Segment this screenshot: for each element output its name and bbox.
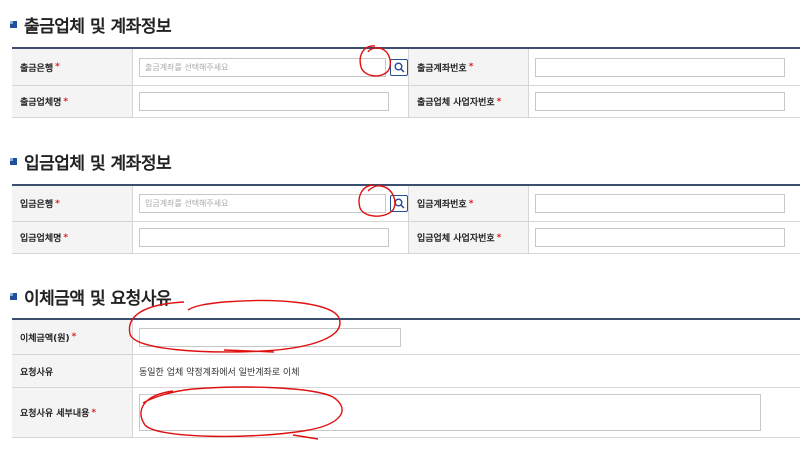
deposit-biz-label: 입금업체 사업자번호 *	[408, 222, 528, 253]
withdraw-account-cell	[528, 49, 800, 85]
withdraw-bank-label: 출금은행 *	[12, 49, 132, 85]
transfer-reason-cell: 동일한 업체 약정계좌에서 일반계좌로 이체	[132, 355, 800, 387]
label-text: 출금계좌번호	[417, 63, 467, 74]
table-row: 입금업체명 * 입금업체 사업자번호 *	[12, 222, 800, 254]
withdraw-section-title: 출금업체 및 계좌정보	[10, 12, 172, 37]
deposit-section-title: 입금업체 및 계좌정보	[10, 149, 172, 174]
table-row: 요청사유 세부내용 *	[12, 388, 800, 438]
withdraw-bank-cell: 출금계좌를 선택해주세요	[132, 49, 408, 85]
required-mark: *	[55, 198, 60, 209]
deposit-bank-input[interactable]: 입금계좌를 선택해주세요	[139, 194, 387, 213]
deposit-biz-input[interactable]	[535, 228, 785, 247]
required-mark: *	[63, 96, 69, 107]
withdraw-company-cell	[132, 86, 408, 117]
label-text: 입금업체명	[20, 234, 62, 244]
deposit-table: 입금은행 * 입금계좌를 선택해주세요 입금계좌번호 * 입금업체명 * 입금업체 사…	[12, 184, 800, 254]
transfer-amount-input[interactable]	[139, 327, 401, 347]
withdraw-bank-search-button[interactable]	[390, 58, 408, 76]
deposit-company-label: 입금업체명 *	[12, 222, 132, 253]
required-mark: *	[468, 62, 474, 72]
table-row: 입금은행 * 입금계좌를 선택해주세요 입금계좌번호 *	[12, 186, 800, 222]
table-row: 출금은행 * 출금계좌를 선택해주세요 출금계좌번호 *	[12, 49, 800, 86]
search-icon	[394, 198, 405, 209]
required-mark: *	[496, 232, 502, 243]
table-row: 요청사유 동일한 업체 약정계좌에서 일반계좌로 이체	[12, 355, 800, 388]
label-text: 입금은행	[20, 200, 54, 210]
required-mark: *	[55, 62, 60, 72]
withdraw-biz-label: 출금업체 사업자번호 *	[408, 86, 528, 117]
label-text: 출금업체 사업자번호	[417, 98, 495, 108]
withdraw-biz-cell	[528, 86, 800, 117]
search-icon	[394, 62, 405, 73]
deposit-account-label: 입금계좌번호 *	[408, 186, 528, 221]
transfer-amount-label: 이체금액(원) *	[12, 320, 132, 354]
withdraw-bank-input[interactable]: 출금계좌를 선택해주세요	[139, 57, 387, 77]
label-text: 출금업체명	[20, 98, 62, 108]
label-text: 요청사유 세부내용	[20, 409, 90, 419]
withdraw-section-title-text: 출금업체 및 계좌정보	[24, 17, 172, 37]
deposit-bank-cell: 입금계좌를 선택해주세요	[132, 186, 408, 221]
deposit-bank-search-button[interactable]	[390, 195, 408, 212]
required-mark: *	[91, 407, 97, 418]
required-mark: *	[496, 96, 502, 107]
transfer-detail-label: 요청사유 세부내용 *	[12, 388, 132, 437]
withdraw-account-input[interactable]	[535, 57, 785, 77]
deposit-account-cell	[528, 186, 800, 221]
transfer-section-title-text: 이체금액 및 요청사유	[24, 289, 172, 309]
transfer-section-title: 이체금액 및 요청사유	[10, 284, 172, 309]
deposit-biz-cell	[528, 222, 800, 253]
section-bullet-icon	[10, 293, 17, 300]
section-bullet-icon	[10, 158, 17, 165]
label-text: 입금업체 사업자번호	[417, 234, 495, 244]
withdraw-company-input[interactable]	[139, 92, 389, 111]
label-text: 입금계좌번호	[417, 200, 467, 210]
section-bullet-icon	[10, 21, 17, 28]
withdraw-company-label: 출금업체명 *	[12, 86, 132, 117]
required-mark: *	[468, 198, 474, 209]
deposit-company-cell	[132, 222, 408, 253]
withdraw-table: 출금은행 * 출금계좌를 선택해주세요 출금계좌번호 * 출금업체명 * 출금업체 사…	[12, 47, 800, 118]
table-row: 출금업체명 * 출금업체 사업자번호 *	[12, 86, 800, 118]
label-text: 이체금액(원)	[20, 333, 70, 344]
transfer-reason-value: 동일한 업체 약정계좌에서 일반계좌로 이체	[139, 367, 300, 378]
label-text: 요청사유	[20, 367, 54, 378]
withdraw-biz-input[interactable]	[535, 92, 785, 111]
required-mark: *	[63, 232, 69, 243]
transfer-reason-label: 요청사유	[12, 355, 132, 387]
withdraw-account-label: 출금계좌번호 *	[408, 49, 528, 85]
deposit-section-title-text: 입금업체 및 계좌정보	[24, 154, 172, 174]
deposit-bank-label: 입금은행 *	[12, 186, 132, 221]
transfer-detail-cell	[132, 388, 800, 437]
required-mark: *	[71, 332, 77, 342]
table-row: 이체금액(원) *	[12, 320, 800, 355]
transfer-amount-cell	[132, 320, 800, 354]
transfer-table: 이체금액(원) * 요청사유 동일한 업체 약정계좌에서 일반계좌로 이체 요청사…	[12, 318, 800, 438]
deposit-account-input[interactable]	[535, 194, 785, 213]
transfer-detail-textarea[interactable]	[139, 394, 761, 431]
deposit-company-input[interactable]	[139, 228, 389, 247]
label-text: 출금은행	[20, 63, 54, 74]
